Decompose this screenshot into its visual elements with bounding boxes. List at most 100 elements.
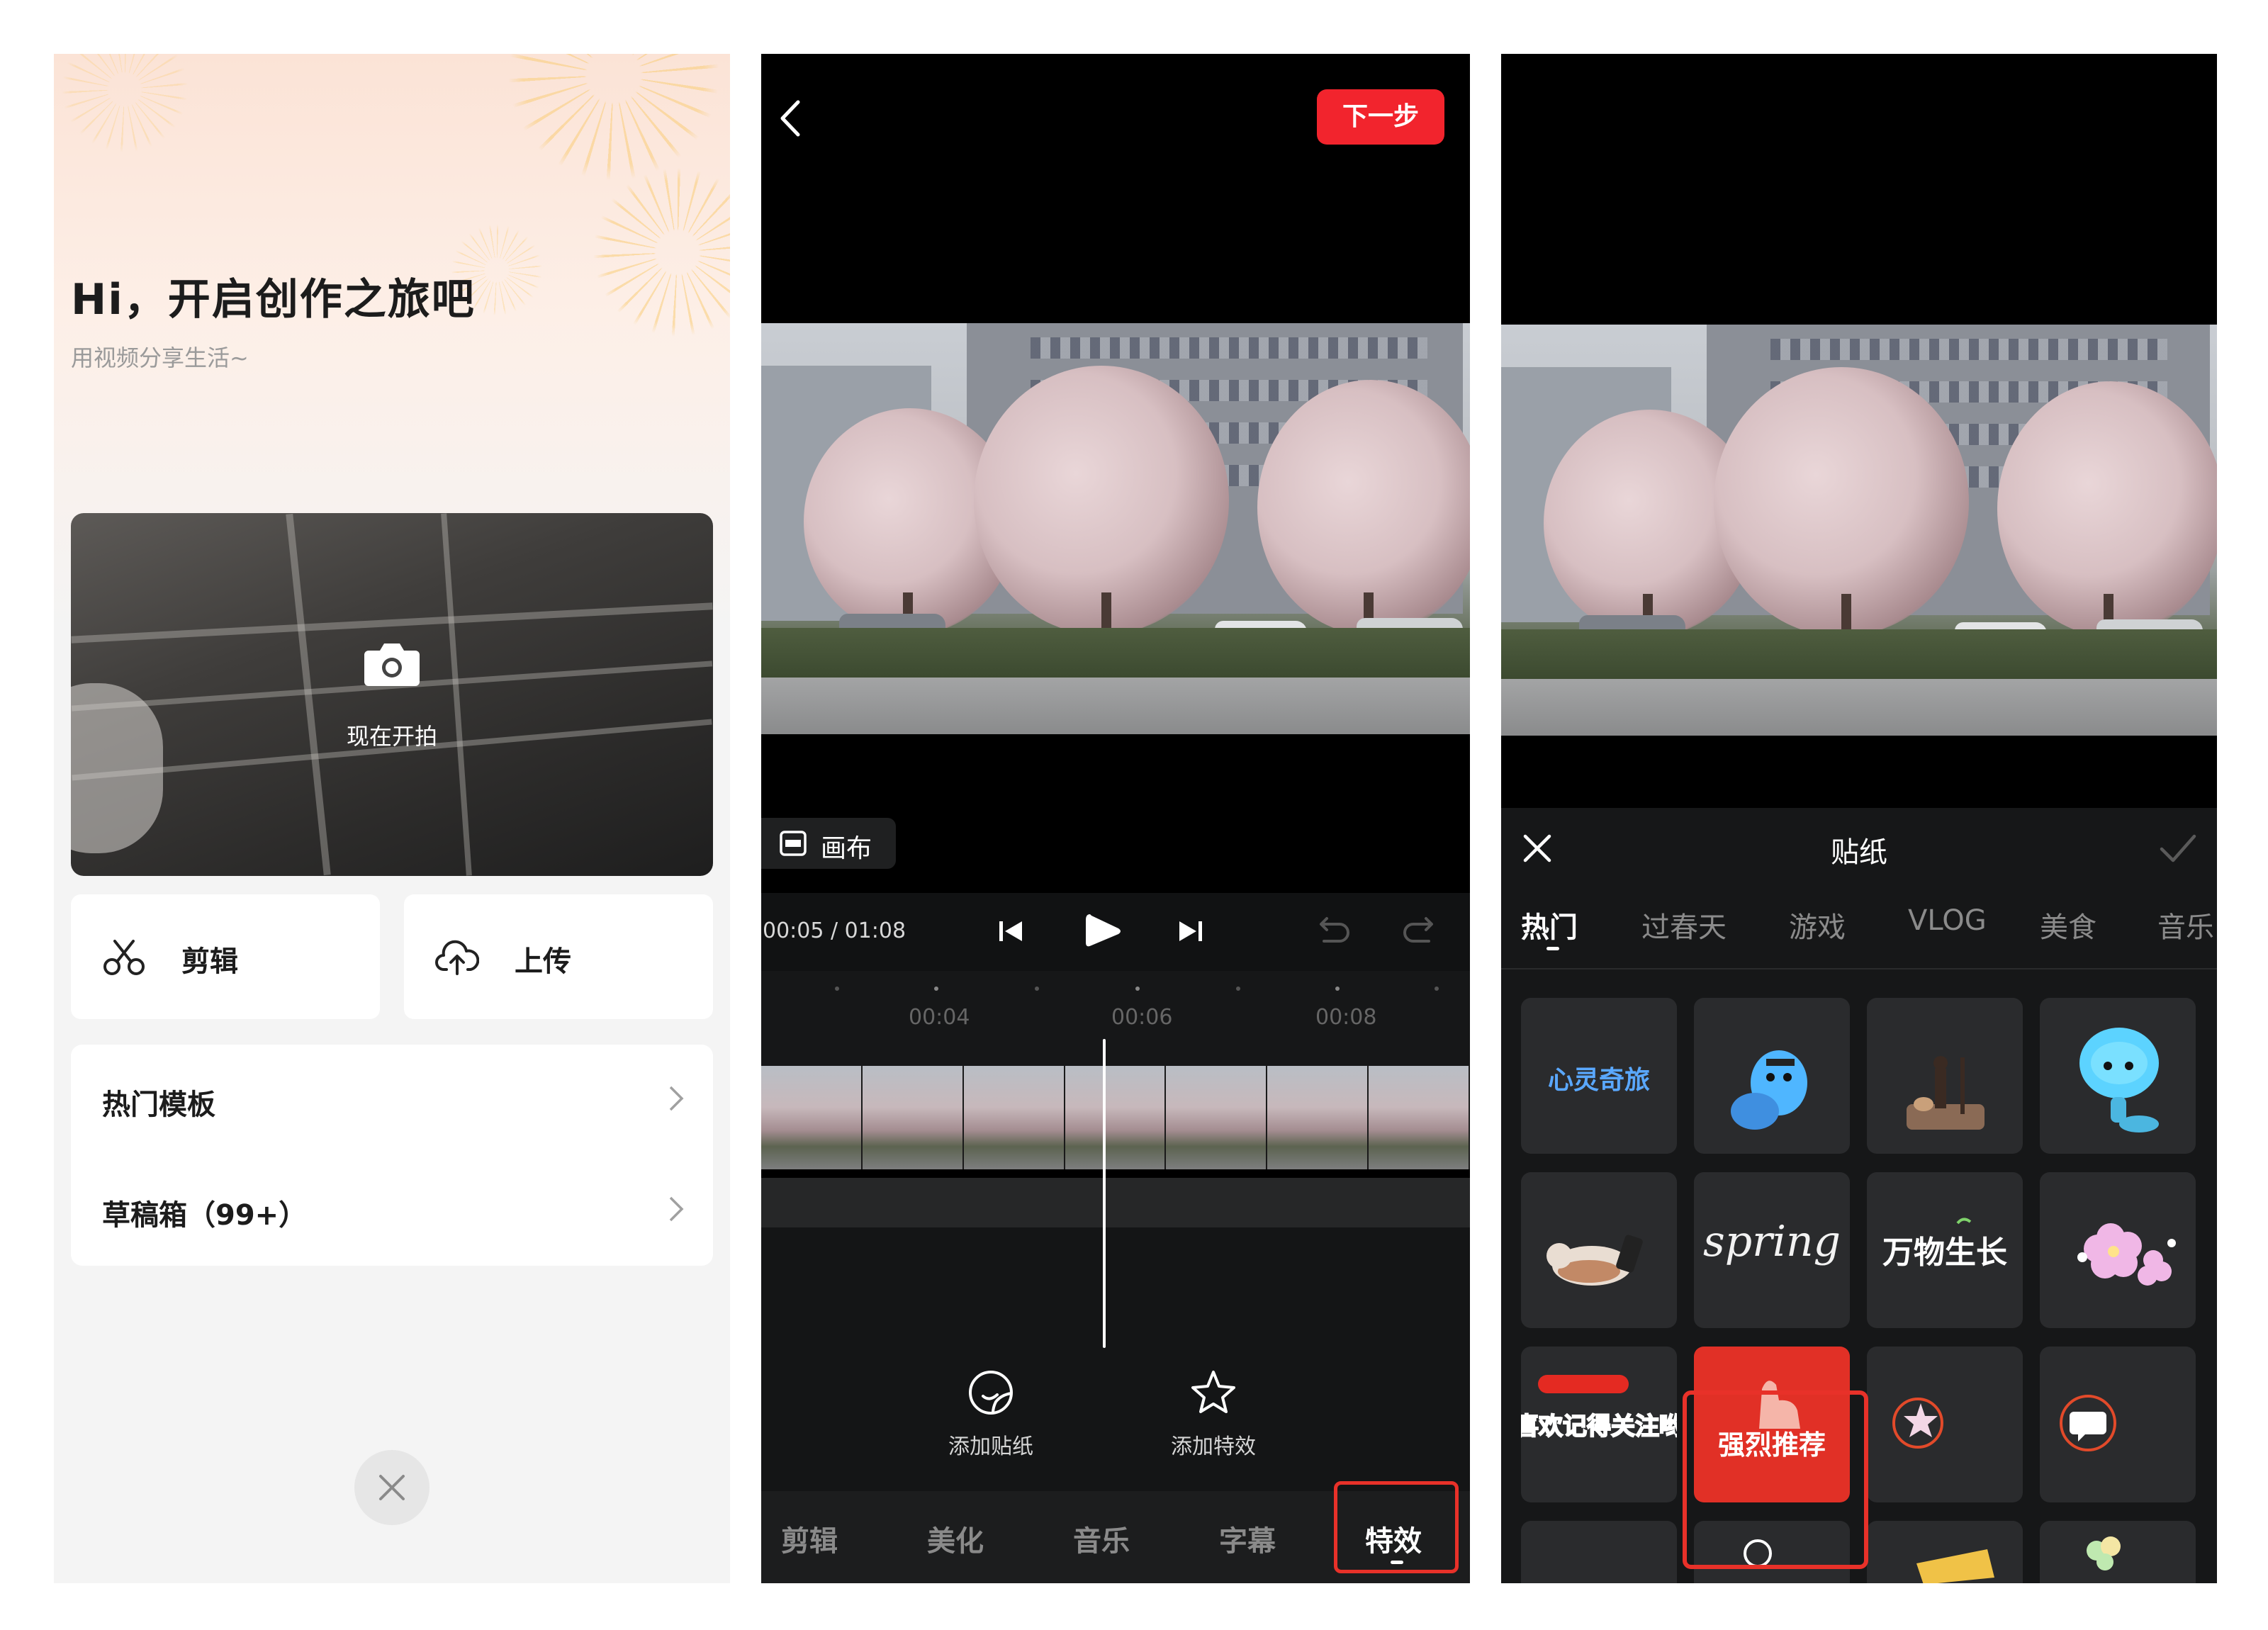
upload-label: 上传 [515, 945, 571, 978]
redo-icon[interactable] [1400, 911, 1440, 951]
video-track[interactable] [761, 1066, 1470, 1169]
spring-script-sticker: spring [1703, 1217, 1841, 1266]
follow-reminder-sticker: 喜欢记得关注哟 [1521, 1375, 1677, 1441]
category-spring[interactable]: 过春天 [1641, 904, 1727, 945]
check-icon[interactable] [2159, 832, 2197, 863]
video-preview[interactable] [1501, 325, 2217, 736]
firework-decoration [507, 54, 720, 181]
add-sticker-label: 添加贴纸 [948, 1434, 1033, 1459]
undo-icon[interactable] [1313, 911, 1352, 951]
active-category-indicator [1546, 947, 1559, 950]
category-vlog[interactable]: VLOG [1908, 904, 1987, 937]
sticker-text: 心灵奇旅 [1548, 1066, 1650, 1095]
video-preview[interactable] [761, 323, 1470, 734]
add-effect-button[interactable]: 添加特效 [1150, 1368, 1277, 1460]
musician-scene-sticker [1907, 1056, 1984, 1130]
sticker-item[interactable]: 心灵奇旅 [1521, 998, 1677, 1154]
sticker-item[interactable]: 万物生长 [1867, 1172, 2023, 1328]
home-list: 热门模板 草稿箱（99+） [71, 1045, 713, 1266]
timeline-tick: 00:06 [1111, 1005, 1173, 1030]
blue-soul-head-sticker [2079, 1028, 2159, 1132]
sticker-text: spring [1703, 1217, 1841, 1266]
playhead[interactable] [1103, 1039, 1106, 1348]
sticker-text: 喜欢记得关注哟 [1521, 1412, 1677, 1441]
canvas-button[interactable]: 画布 [761, 818, 896, 869]
drafts-row[interactable]: 草稿箱（99+） [71, 1155, 713, 1266]
tab-music[interactable]: 音乐 [1073, 1518, 1130, 1559]
cloud-upload-icon [435, 940, 479, 975]
sticker-sheet-header: 贴纸 [1501, 808, 2217, 886]
time-readout: 00:05 / 01:08 [763, 918, 906, 943]
highlight-box [1334, 1481, 1459, 1573]
greeting-subtitle: 用视频分享生活~ [71, 344, 249, 371]
growth-text-sticker: 万物生长 [1882, 1218, 2007, 1271]
skip-back-icon[interactable] [995, 911, 1026, 951]
add-effect-label: 添加特效 [1171, 1434, 1256, 1459]
shoot-now-card[interactable]: 现在开拍 [71, 513, 713, 876]
scissors-icon [103, 940, 145, 975]
playback-bar: 00:05 / 01:08 [761, 893, 1470, 971]
edit-label: 剪辑 [181, 945, 238, 978]
sticker-item[interactable] [2040, 998, 2196, 1154]
add-sticker-button[interactable]: 添加贴纸 [927, 1368, 1055, 1460]
sticker-screen: 贴纸 热门 过春天 游戏 VLOG 美食 音乐 心灵奇旅 spring 万物生长… [1501, 54, 2217, 1583]
soul-logo-sticker: 心灵奇旅 [1548, 1066, 1650, 1095]
home-screen: Hi，开启创作之旅吧 用视频分享生活~ 现在开拍 剪辑 上传 热门模板 草稿箱（… [54, 54, 730, 1583]
sticker-item[interactable] [1867, 1521, 2023, 1583]
hot-templates-label: 热门模板 [102, 1089, 215, 1121]
empty-track [761, 1178, 1470, 1227]
sticker-icon [969, 1370, 1014, 1415]
sticker-text: 万物生长 [1882, 1235, 2007, 1271]
category-music[interactable]: 音乐 [2157, 904, 2214, 945]
tab-captions[interactable]: 字幕 [1219, 1518, 1276, 1559]
sticker-item[interactable] [1521, 1172, 1677, 1328]
canvas-label: 画布 [821, 834, 872, 863]
shoot-now-label: 现在开拍 [346, 723, 437, 750]
chat-bubble-sticker [2060, 1395, 2116, 1451]
sticker-item[interactable] [1694, 998, 1850, 1154]
sticker-item[interactable] [1867, 998, 2023, 1154]
sticker-item[interactable]: spring [1694, 1172, 1850, 1328]
tab-beautify[interactable]: 美化 [927, 1518, 984, 1559]
greeting-title: Hi，开启创作之旅吧 [71, 275, 476, 325]
close-icon [379, 1475, 405, 1500]
hot-templates-row[interactable]: 热门模板 [71, 1045, 713, 1155]
camera-icon [364, 643, 420, 686]
category-games[interactable]: 游戏 [1789, 904, 1846, 945]
edit-button[interactable]: 剪辑 [71, 894, 380, 1019]
blue-soul-character-sticker [1731, 1050, 1807, 1130]
sticker-item[interactable] [2040, 1521, 2196, 1583]
butterfly-sticker [2087, 1536, 2121, 1570]
sticker-item[interactable] [1521, 1521, 1677, 1583]
timeline-tick: 00:08 [1315, 1005, 1377, 1030]
sticker-item[interactable]: 喜欢记得关注哟 [1521, 1347, 1677, 1502]
next-step-button[interactable]: 下一步 [1317, 89, 1444, 145]
sticker-title: 贴纸 [1831, 836, 1887, 869]
firework-decoration [593, 167, 730, 337]
tab-edit[interactable]: 剪辑 [781, 1518, 838, 1559]
close-button[interactable] [354, 1450, 430, 1525]
editor-screen: 下一步 画布 00:05 / 01:08 00:04 00:06 00:08 添… [761, 54, 1470, 1583]
chevron-right-icon [669, 1196, 684, 1222]
category-food[interactable]: 美食 [2040, 904, 2096, 945]
sticker-item[interactable] [1867, 1347, 2023, 1502]
drafts-label: 草稿箱（99+） [102, 1199, 308, 1232]
canvas-icon [780, 831, 807, 856]
upload-button[interactable]: 上传 [404, 894, 713, 1019]
gift-sticker [1916, 1549, 1994, 1583]
skip-forward-icon[interactable] [1175, 911, 1206, 951]
firework-decoration [61, 54, 189, 153]
play-icon[interactable] [1082, 911, 1124, 951]
divider [1501, 968, 2217, 969]
chevron-right-icon [669, 1086, 684, 1111]
chevron-left-icon [780, 100, 800, 137]
timeline-tick: 00:04 [909, 1005, 970, 1030]
sticker-item[interactable] [2040, 1347, 2196, 1502]
sticker-item[interactable] [2040, 1172, 2196, 1328]
highlight-box [1683, 1390, 1868, 1569]
sparkle-star-icon [1191, 1371, 1235, 1413]
star-badge-sticker [1892, 1398, 1943, 1449]
category-hot[interactable]: 热门 [1521, 904, 1578, 945]
cat-phone-sticker [1546, 1235, 1643, 1286]
cherry-blossom-sticker [2077, 1223, 2176, 1286]
